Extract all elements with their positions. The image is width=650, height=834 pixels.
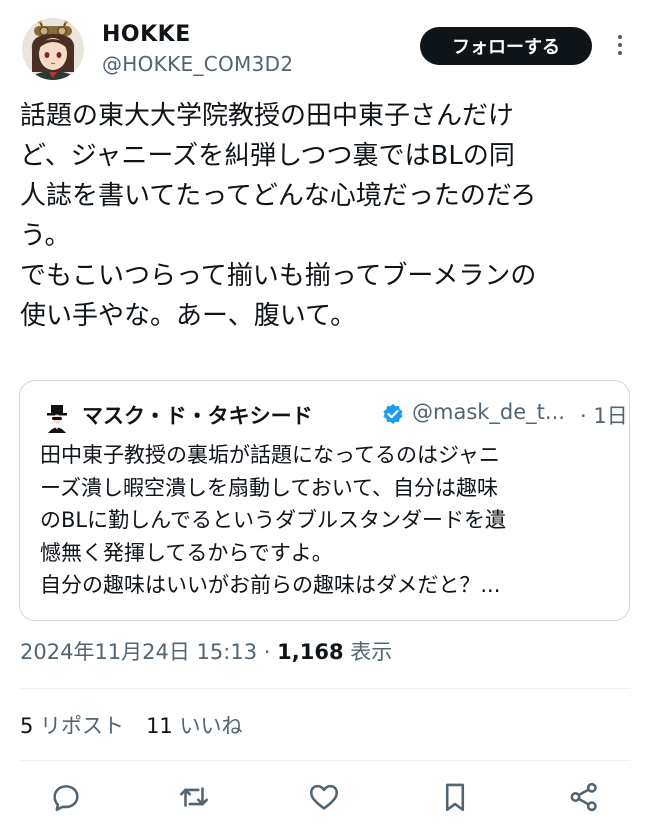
quoted-tweet-text: 田中東子教授の裏垢が話題になってるのはジャニ ーズ潰し暇空潰しを扇動しておいて、…	[40, 439, 620, 602]
quoted-author-name[interactable]: マスク・ド・タキシード	[82, 400, 313, 430]
reposts-stat[interactable]: 5 リポスト	[20, 714, 124, 738]
tweet-text-line: ど、ジャニーズを糾弾しつつ裏ではBLの同	[20, 141, 515, 171]
likes-label: いいね	[172, 714, 243, 738]
reposts-count: 5	[20, 714, 34, 738]
author-display-name[interactable]: HOKKE	[102, 22, 191, 47]
verified-badge-icon	[382, 403, 404, 425]
divider	[20, 688, 630, 689]
author-handle[interactable]: @HOKKE_COM3D2	[102, 52, 293, 76]
tuxedo-mask-avatar-icon[interactable]	[42, 403, 72, 433]
bookmark-icon[interactable]	[438, 780, 472, 814]
meta-separator: ·	[257, 640, 278, 664]
follow-button[interactable]: フォローする	[420, 27, 592, 65]
quoted-author-handle[interactable]: @mask_de_t...	[412, 400, 565, 424]
more-vertical-icon[interactable]	[608, 30, 632, 60]
views-label: 表示	[343, 640, 393, 664]
tweet-datetime[interactable]: 2024年11月24日 15:13	[20, 640, 257, 664]
quote-text-line: 憾無く発揮してるからですよ。	[40, 540, 333, 565]
reposts-label: リポスト	[33, 714, 125, 738]
retweet-icon[interactable]	[177, 780, 211, 814]
divider	[20, 760, 630, 761]
quoted-timestamp[interactable]: · 1日	[580, 400, 628, 430]
like-icon[interactable]	[307, 780, 341, 814]
quoted-tweet-card[interactable]: マスク・ド・タキシード @mask_de_t... · 1日 田中東子教授の裏垢…	[19, 380, 630, 621]
quote-text-line: 自分の趣味はいいがお前らの趣味はダメだと？...	[40, 573, 501, 597]
engagement-stats: 5 リポスト 11 いいね	[20, 710, 242, 740]
share-icon[interactable]	[567, 780, 601, 814]
likes-stat[interactable]: 11 いいね	[146, 714, 242, 738]
tweet-text-line: でもこいつらって揃いも揃ってブーメランの	[20, 261, 537, 291]
tweet-text: 話題の東大大学院教授の田中東子さんだけ ど、ジャニーズを糾弾しつつ裏ではBLの同…	[20, 96, 630, 336]
reply-icon[interactable]	[49, 780, 83, 814]
tweet-text-line: 人誌を書いてたってどんな心境だったのだろ	[20, 181, 537, 211]
quote-text-line: のBLに勤しんでるというダブルスタンダードを遺	[40, 508, 507, 532]
anime-girl-avatar-icon[interactable]	[22, 18, 84, 80]
tweet-text-line: 話題の東大大学院教授の田中東子さんだけ	[20, 101, 515, 131]
likes-count: 11	[146, 714, 173, 738]
tweet-text-line: 使い手やな。あー、腹いて。	[20, 301, 357, 331]
tweet-header: HOKKE @HOKKE_COM3D2 フォローする	[0, 0, 650, 95]
views-count: 1,168	[277, 640, 344, 664]
tweet-meta: 2024年11月24日 15:13 · 1,168 表示	[20, 636, 392, 666]
tweet-text-line: う。	[20, 221, 71, 251]
quote-text-line: ーズ潰し暇空潰しを扇動しておいて、自分は趣味	[40, 475, 499, 500]
action-bar	[0, 770, 650, 826]
quote-text-line: 田中東子教授の裏垢が話題になってるのはジャニ	[40, 443, 500, 467]
